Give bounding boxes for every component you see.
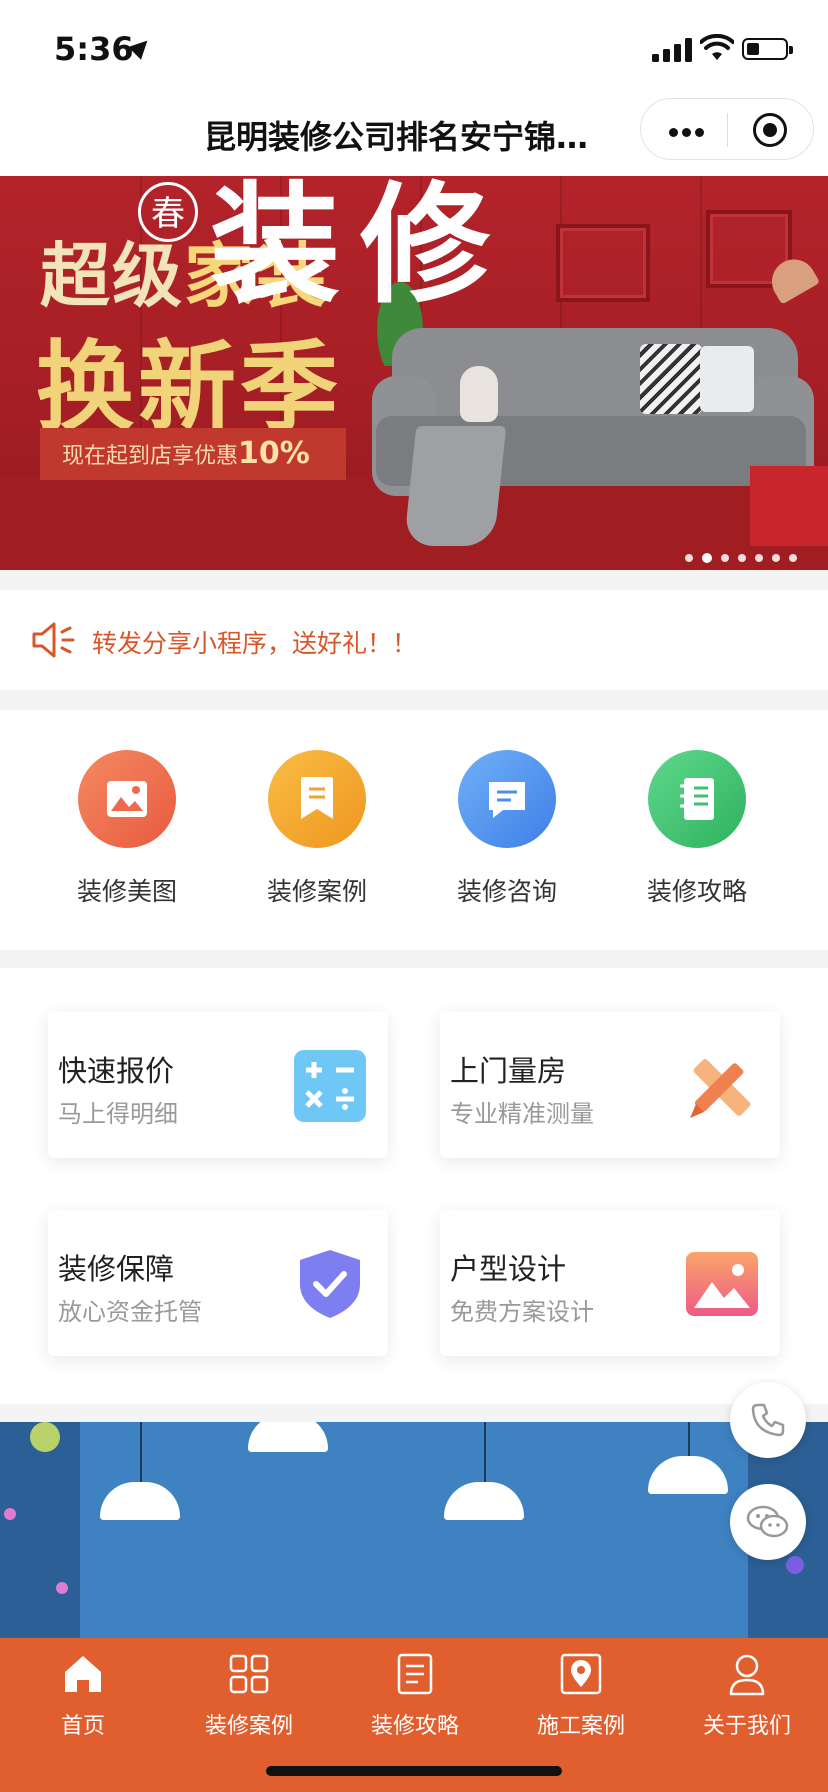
speaker-icon [32,622,75,658]
tab-construction[interactable]: 施工案例 [498,1652,664,1740]
document-icon [397,1653,433,1695]
chat-service-button[interactable] [730,1484,806,1560]
carousel-dot [721,553,729,562]
carousel-dot [789,553,797,562]
service-title: 装修保障 [58,1252,175,1286]
service-subtitle: 放心资金托管 [58,1298,202,1326]
promo-headline: 装修 [210,169,511,321]
carousel-dot [738,553,746,562]
promo-banner[interactable] [0,1422,828,1638]
service-card-measure[interactable]: 上门量房 专业精准测量 [440,1012,780,1158]
more-icon[interactable] [669,122,708,141]
service-title: 上门量房 [450,1054,567,1088]
quick-nav-item-guide[interactable]: 装修攻略 [602,750,792,908]
notebook-icon [680,778,714,820]
image-icon [107,781,147,817]
quick-nav-label: 装修案例 [266,877,367,906]
ruler-pencil-icon [690,1058,751,1118]
service-title: 快速报价 [58,1054,175,1088]
home-indicator [266,1766,562,1776]
location-icon [560,1653,602,1695]
tab-label: 装修案例 [204,1714,293,1739]
quick-nav-label: 装修美图 [76,877,177,906]
chat-icon [489,782,525,818]
tab-about[interactable]: 关于我们 [664,1652,828,1740]
wechat-icon [746,1505,789,1538]
tab-label: 施工案例 [536,1714,625,1739]
service-card-quote[interactable]: 快速报价 马上得明细 [48,1012,388,1158]
quick-nav-item-photos[interactable]: 装修美图 [32,750,222,908]
carousel-dot [685,553,693,562]
status-time: 5:36 [54,30,134,68]
wifi-icon [700,34,734,60]
tab-cases[interactable]: 装修案例 [166,1652,332,1740]
home-icon [65,1656,101,1692]
service-card-guarantee[interactable]: 装修保障 放心资金托管 [48,1210,388,1356]
quick-nav-item-cases[interactable]: 装修案例 [222,750,412,908]
miniprogram-capsule [640,98,814,160]
shield-check-icon [300,1250,360,1318]
service-title: 户型设计 [450,1252,567,1286]
cat-illustration [460,366,498,422]
tab-home[interactable]: 首页 [0,1652,166,1740]
picture-icon [686,1252,758,1316]
user-icon [729,1654,765,1696]
tab-label: 装修攻略 [370,1714,459,1739]
quick-nav-label: 装修咨询 [456,877,557,906]
calculator-icon [294,1050,366,1122]
tab-label: 关于我们 [702,1714,791,1739]
quick-nav-label: 装修攻略 [646,877,747,906]
spring-badge: 春 [138,182,198,242]
tab-label: 首页 [60,1714,105,1739]
notice-text[interactable]: 转发分享小程序，送好礼！！ [92,624,417,660]
service-subtitle: 马上得明细 [58,1100,178,1128]
phone-icon [751,1403,785,1437]
service-card-design[interactable]: 户型设计 免费方案设计 [440,1210,780,1356]
close-target-icon[interactable] [753,113,787,147]
service-subtitle: 免费方案设计 [450,1298,594,1326]
banner-promo-strip: 现在起到店享优惠10% [40,428,346,480]
service-subtitle: 专业精准测量 [450,1100,594,1128]
carousel-dot [772,553,780,562]
call-button[interactable] [730,1382,806,1458]
battery-icon [742,38,793,60]
carousel-dot [755,553,763,562]
carousel-indicator[interactable] [676,547,797,566]
signal-icon [652,38,692,62]
bookmark-icon [301,777,333,819]
grid-icon [229,1654,269,1694]
carousel-dot [702,552,712,563]
quick-nav-item-consult[interactable]: 装修咨询 [412,750,602,908]
tab-guide[interactable]: 装修攻略 [332,1652,498,1740]
